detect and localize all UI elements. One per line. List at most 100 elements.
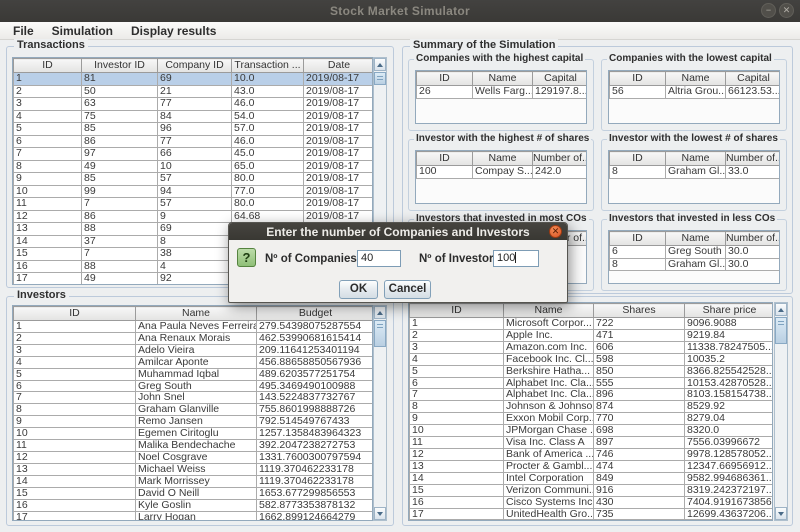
table-row[interactable]: 15 David O Neill 1653.677299856553 [14, 487, 374, 499]
cell[interactable]: 698 [594, 425, 685, 437]
table-row[interactable]: 3 Adelo Vieira 209.11641253401194 [14, 344, 374, 356]
table-row[interactable]: 17 Larry Hogan 1662.899124664279 [14, 511, 374, 521]
cell[interactable]: 96 [158, 123, 232, 136]
cell[interactable]: 81 [82, 73, 158, 86]
table-row[interactable]: 15 Verizon Communi... 916 8319.242372197… [410, 484, 774, 496]
cell[interactable]: 3 [14, 98, 82, 111]
cell[interactable]: 746 [594, 448, 685, 460]
cell[interactable]: 37 [82, 235, 158, 248]
cell[interactable]: 462.53990681615414 [257, 332, 374, 344]
cell[interactable]: 7404.9191673856 [685, 496, 774, 508]
table-row[interactable]: 9 Exxon Mobil Corp... 770 8279.04 [410, 413, 774, 425]
cell[interactable]: 1653.677299856553 [257, 487, 374, 499]
table-row[interactable]: 18 Pfizer Inc. 748 8533.44 [410, 520, 774, 521]
table-row[interactable]: 10 JPMorgan Chase ... 698 8320.0 [410, 425, 774, 437]
table-row[interactable]: 5 85 96 57.0 2019/08-17 [14, 123, 374, 136]
cell[interactable]: 38 [158, 248, 232, 261]
cell[interactable]: 9978.128578052... [685, 448, 774, 460]
cell[interactable]: 896 [594, 389, 685, 401]
cell[interactable]: 13 [410, 460, 504, 472]
cell[interactable]: 6 [610, 246, 666, 259]
column-header[interactable]: Capital [533, 72, 588, 86]
cell[interactable]: 9 [410, 413, 504, 425]
cell[interactable]: 1 [14, 73, 82, 86]
cell[interactable]: 5 [14, 368, 136, 380]
cell[interactable]: 8 [410, 401, 504, 413]
cell[interactable]: 2019/08-17 [304, 135, 374, 148]
cell[interactable]: 10 [158, 160, 232, 173]
table-row[interactable]: 2 Apple Inc. 471 9219.84 [410, 329, 774, 341]
scrollbar-thumb[interactable] [775, 317, 787, 344]
cell[interactable]: 495.3469490100988 [257, 380, 374, 392]
cell[interactable]: 392.2047238272753 [257, 440, 374, 452]
cell[interactable]: 8 [14, 404, 136, 416]
cell[interactable]: Larry Hogan [136, 511, 257, 521]
table-row[interactable]: 2 50 21 43.0 2019/08-17 [14, 85, 374, 98]
cell[interactable]: 8 [610, 258, 666, 271]
cell[interactable]: 430 [594, 496, 685, 508]
column-header[interactable]: Company ID [158, 59, 232, 73]
table-row[interactable]: 7 John Snel 143.5224837732767 [14, 392, 374, 404]
cell[interactable]: 66 [158, 148, 232, 161]
cell[interactable]: 17 [14, 273, 82, 286]
cell[interactable]: 6 [14, 135, 82, 148]
column-header[interactable]: Number of... [533, 152, 588, 166]
cell[interactable]: 16 [14, 260, 82, 273]
scrollbar-thumb[interactable] [374, 320, 386, 347]
cell[interactable]: 8103.158154738... [685, 389, 774, 401]
investors-scrollbar[interactable] [373, 305, 387, 521]
cell[interactable]: Ana Paula Neves Ferreira [136, 321, 257, 333]
table-row[interactable]: 13 Michael Weiss 1119.370462233178 [14, 463, 374, 475]
cell[interactable]: 1331.7600300797594 [257, 451, 374, 463]
table-row[interactable]: 11 7 57 80.0 2019/08-17 [14, 198, 374, 211]
cell[interactable]: Amilcar Aponte [136, 356, 257, 368]
cell[interactable]: 2019/08-17 [304, 148, 374, 161]
cell[interactable]: 10 [410, 425, 504, 437]
cell[interactable]: 99 [82, 185, 158, 198]
table-row[interactable]: 7 97 66 45.0 2019/08-17 [14, 148, 374, 161]
cell[interactable]: 4 [410, 353, 504, 365]
cell[interactable]: 2019/08-17 [304, 73, 374, 86]
cell[interactable]: 7 [410, 389, 504, 401]
table-row[interactable]: 7 Alphabet Inc. Cla... 896 8103.15815473… [410, 389, 774, 401]
table-row[interactable]: 6 86 77 46.0 2019/08-17 [14, 135, 374, 148]
scrollbar-thumb[interactable] [374, 72, 386, 85]
cell[interactable]: 94 [158, 185, 232, 198]
cell[interactable]: 755.8601998888726 [257, 404, 374, 416]
cell[interactable]: 15 [14, 248, 82, 261]
cancel-button[interactable]: Cancel [384, 280, 431, 299]
cell[interactable]: Remo Jansen [136, 416, 257, 428]
cell[interactable]: Verizon Communi... [504, 484, 594, 496]
cell[interactable]: 2019/08-17 [304, 185, 374, 198]
cell[interactable]: 12699.43637206... [685, 508, 774, 520]
minimize-icon[interactable]: − [761, 3, 776, 18]
column-header[interactable]: Investor ID [82, 59, 158, 73]
cell[interactable]: 57.0 [232, 123, 304, 136]
cell[interactable]: Mark Morrissey [136, 475, 257, 487]
cell[interactable]: Johnson & Johnson [504, 401, 594, 413]
table-row[interactable]: 11 Visa Inc. Class A 897 7556.03996672 [410, 437, 774, 449]
cell[interactable]: 66123.53... [726, 86, 781, 99]
table-row[interactable]: 4 75 84 54.0 2019/08-17 [14, 110, 374, 123]
cell[interactable]: 1119.370462233178 [257, 475, 374, 487]
table-row[interactable]: 14 Intel Corporation 849 9582.994686361.… [410, 472, 774, 484]
cell[interactable]: 65.0 [232, 160, 304, 173]
cell[interactable]: 9 [14, 416, 136, 428]
investors-input[interactable]: 100 [493, 250, 539, 267]
column-header[interactable]: ID [610, 232, 666, 246]
cell[interactable]: 6 [410, 377, 504, 389]
cell[interactable]: 748 [594, 520, 685, 521]
cell[interactable]: 5 [410, 365, 504, 377]
table-row[interactable]: 11 Malika Bendechache 392.2047238272753 [14, 440, 374, 452]
cell[interactable]: 456.88658850567936 [257, 356, 374, 368]
cell[interactable]: 242.0 [533, 166, 588, 179]
cell[interactable]: 14 [14, 475, 136, 487]
cell[interactable]: John Snel [136, 392, 257, 404]
cell[interactable]: 13 [14, 223, 82, 236]
cell[interactable]: 735 [594, 508, 685, 520]
cell[interactable]: 46.0 [232, 98, 304, 111]
column-header[interactable]: Date [304, 59, 374, 73]
cell[interactable]: Pfizer Inc. [504, 520, 594, 521]
cell[interactable]: 46.0 [232, 135, 304, 148]
table-row[interactable]: 1 Microsoft Corpor... 722 9096.9088 [410, 318, 774, 330]
